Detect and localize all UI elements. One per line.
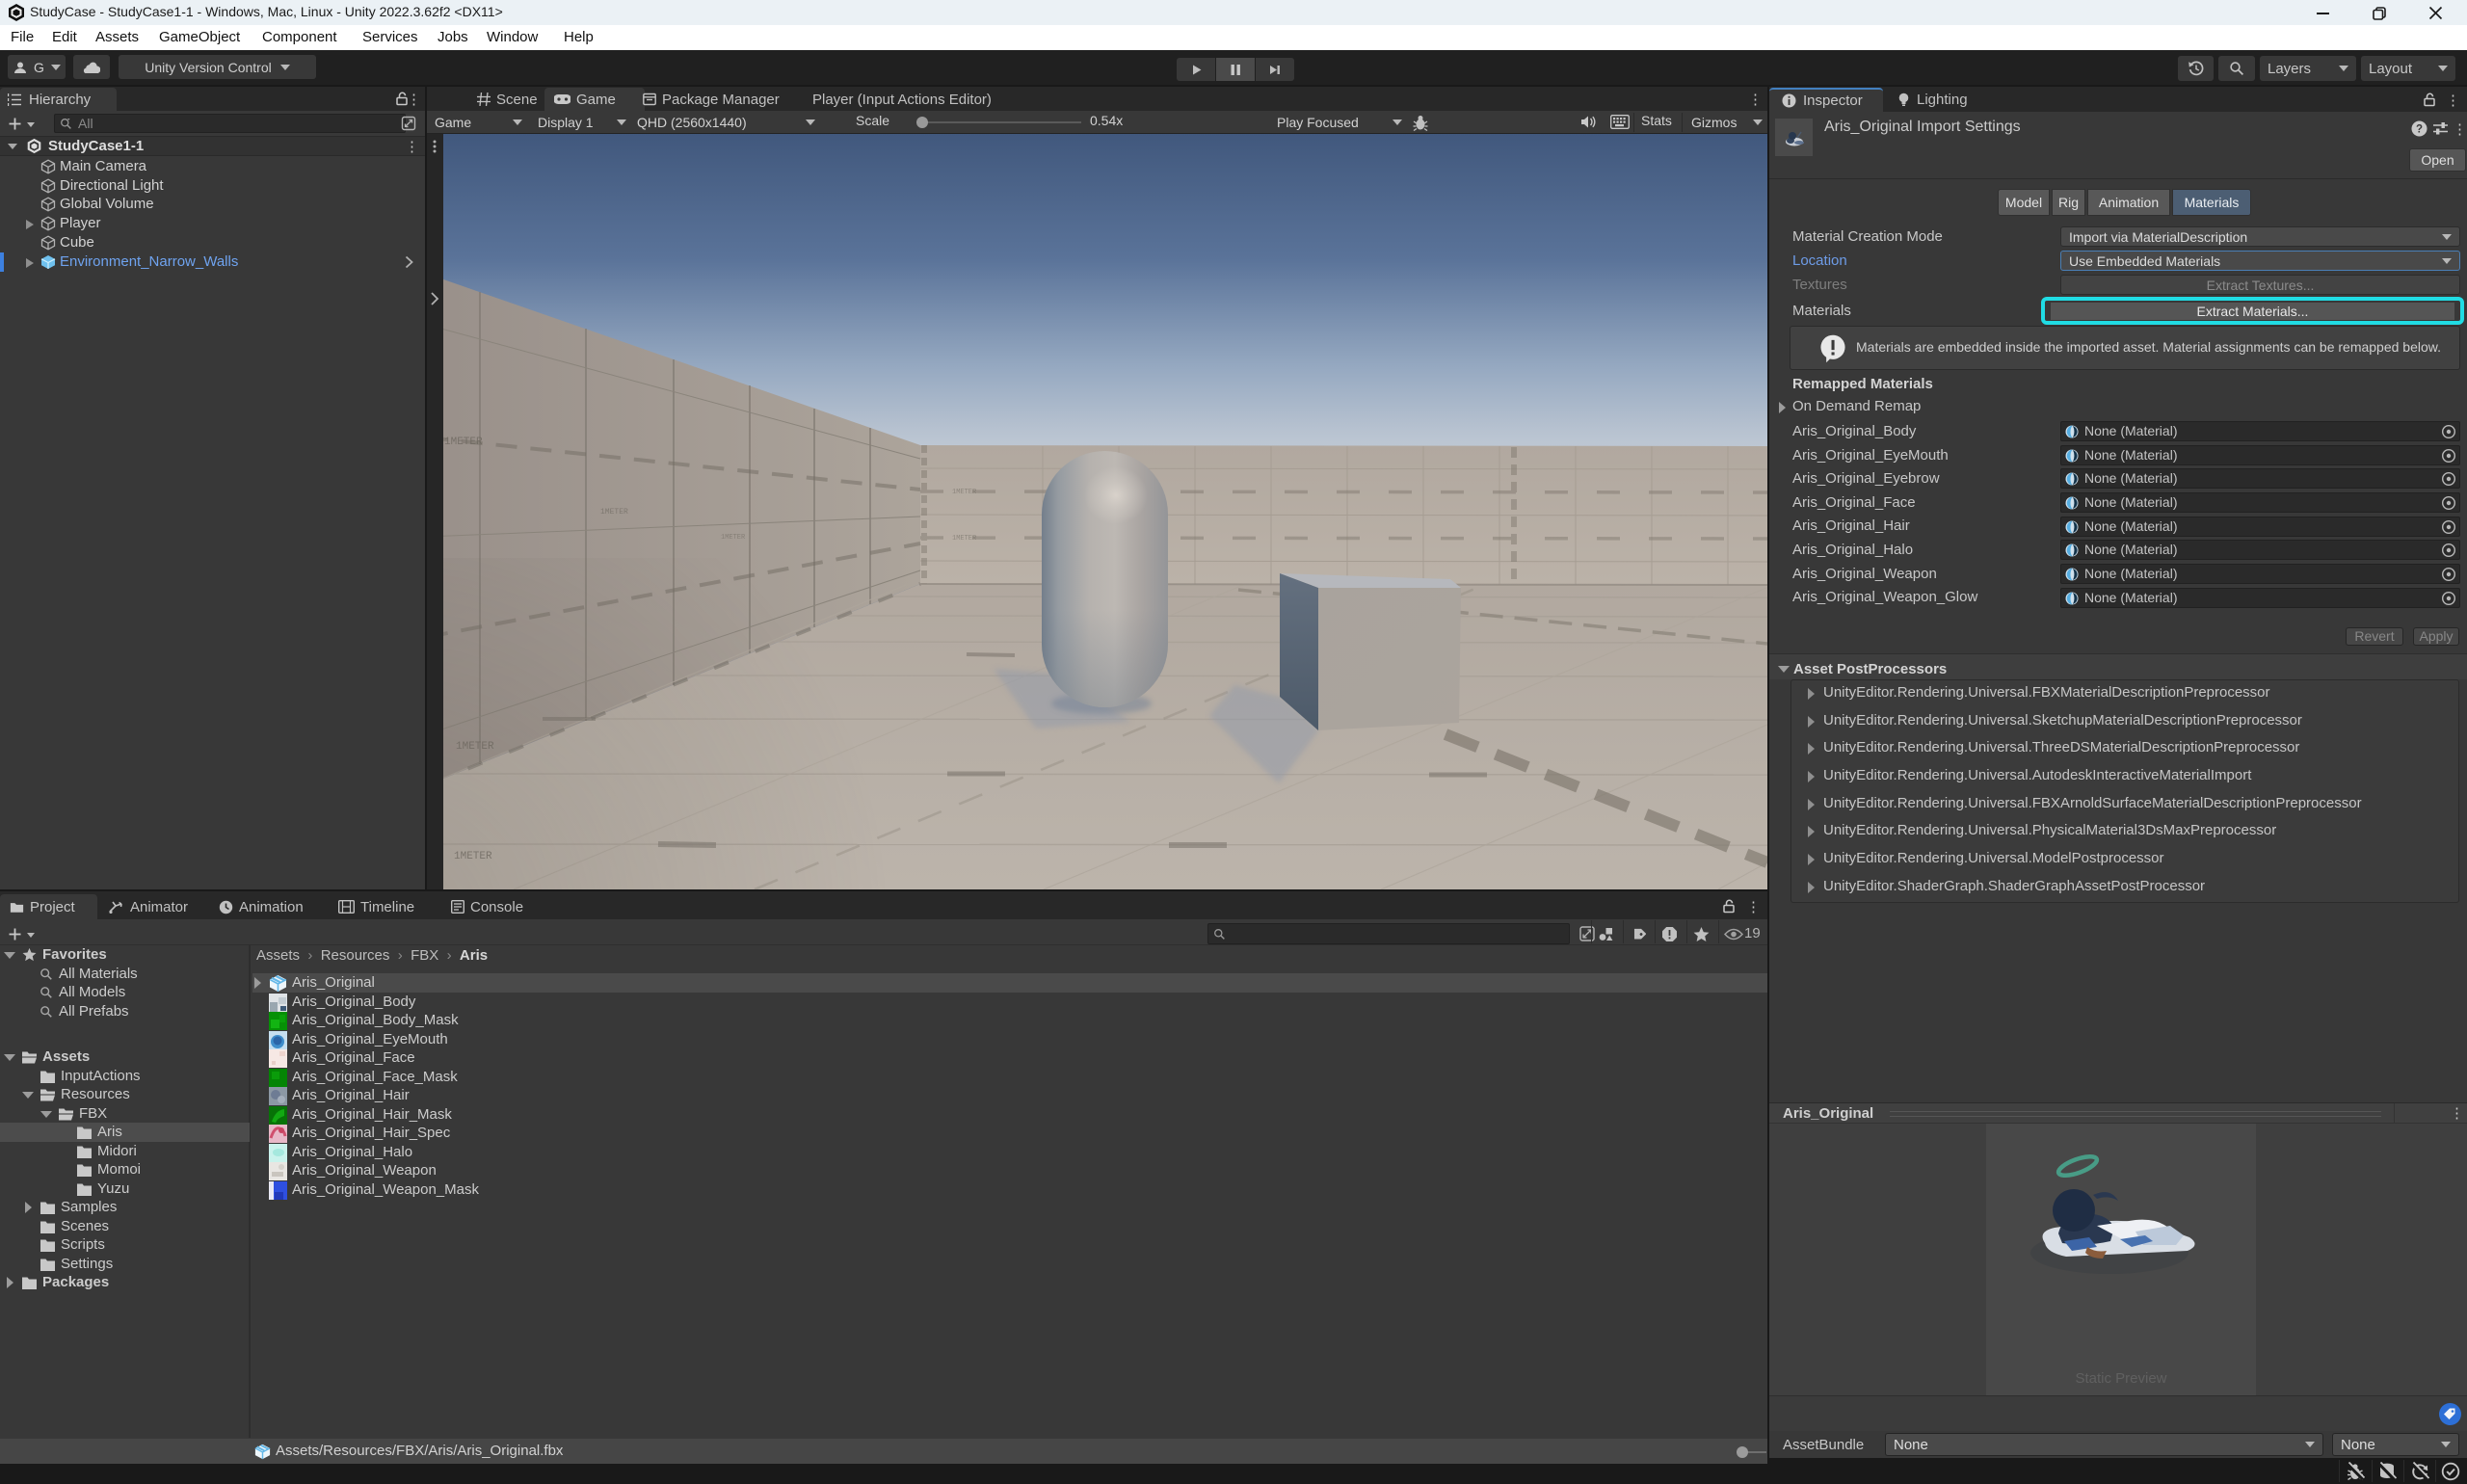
svg-text:1METER: 1METER xyxy=(444,437,483,448)
svg-text:1METER: 1METER xyxy=(600,508,628,517)
svg-text:1METER: 1METER xyxy=(952,489,977,496)
svg-text:1METER: 1METER xyxy=(952,535,977,543)
svg-text:1METER: 1METER xyxy=(721,534,746,542)
svg-text:?: ? xyxy=(2416,124,2423,136)
